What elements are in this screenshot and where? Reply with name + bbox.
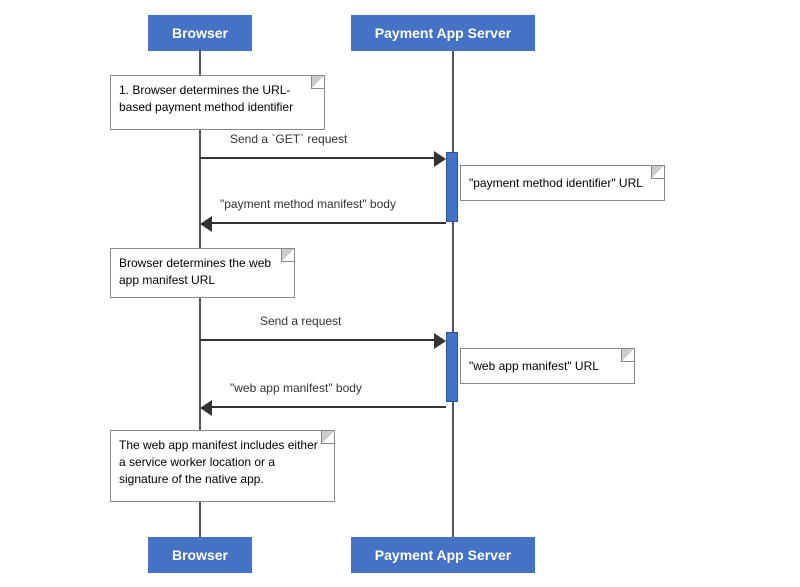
note-payment-method-url: "payment method identifier" URL: [460, 165, 665, 201]
server-box-top: Payment App Server: [351, 15, 535, 51]
arrow-manifest-body: "payment method manifest" body: [200, 213, 446, 233]
note-web-app-url: "web app manifest" URL: [460, 348, 635, 384]
server-box-bottom: Payment App Server: [351, 537, 535, 573]
note-manifest-description: The web app manifest includes either a s…: [110, 430, 335, 502]
activation-box-1: [446, 152, 458, 222]
activation-box-2: [446, 332, 458, 402]
browser-box-bottom: Browser: [148, 537, 252, 573]
note-step1: 1. Browser determines the URL-based paym…: [110, 75, 325, 130]
arrow-web-app-body: "web app manifest" body: [200, 397, 446, 417]
note-web-app-manifest-url: Browser determines the web app manifest …: [110, 248, 295, 298]
server-lifeline: [452, 51, 454, 537]
browser-box-top: Browser: [148, 15, 252, 51]
sequence-diagram: Browser Payment App Server 1. Browser de…: [0, 0, 800, 587]
arrow-send-request: Send a request: [200, 330, 446, 350]
arrow-get-request: Send a `GET` request: [200, 148, 446, 168]
